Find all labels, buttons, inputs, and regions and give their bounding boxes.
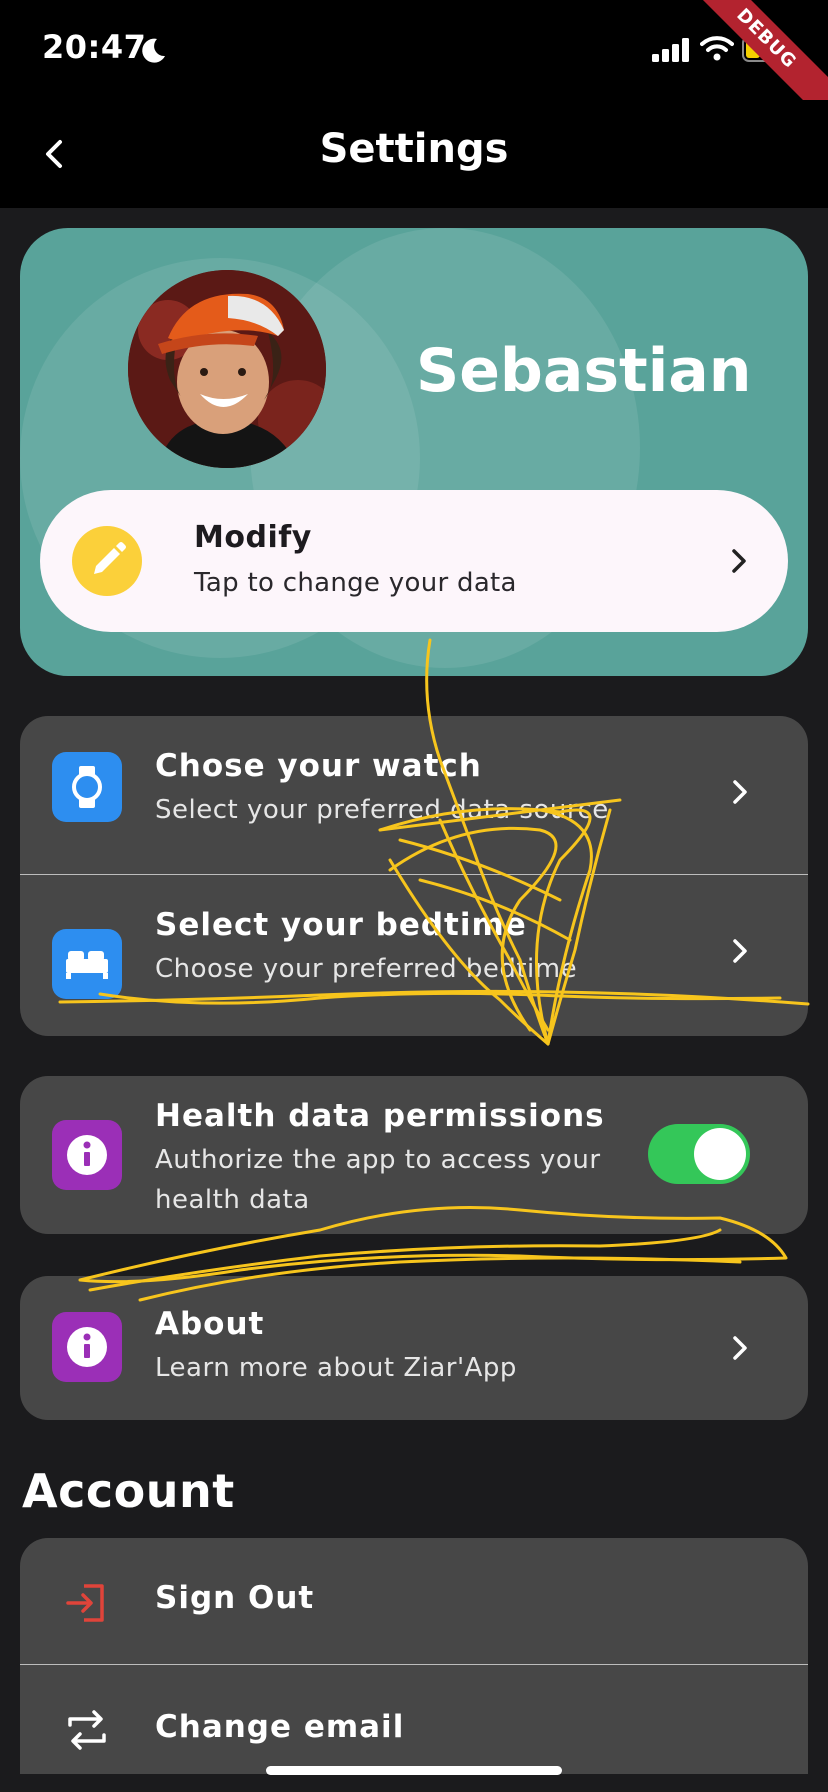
- about-title: About: [155, 1306, 265, 1342]
- watch-icon: [52, 752, 122, 822]
- modify-profile-button[interactable]: Modify Tap to change your data: [40, 490, 788, 632]
- swap-icon: [68, 1710, 106, 1750]
- profile-name: Sebastian: [416, 336, 752, 406]
- toggle-knob: [694, 1128, 746, 1180]
- health-permissions-subtitle: Authorize the app to access your health …: [155, 1145, 601, 1215]
- home-indicator[interactable]: [266, 1766, 562, 1775]
- select-bedtime-row[interactable]: Select your bedtime Choose your preferre…: [20, 875, 808, 1036]
- sign-out-label: Sign Out: [155, 1580, 315, 1616]
- chevron-right-icon: [733, 1336, 747, 1360]
- choose-watch-title: Chose your watch: [155, 748, 482, 784]
- chevron-right-icon: [733, 939, 747, 963]
- health-permissions-card: Health data permissions Authorize the ap…: [20, 1076, 808, 1234]
- cellular-signal-icon: [652, 38, 689, 62]
- choose-watch-row[interactable]: Chose your watch Select your preferred d…: [20, 716, 808, 874]
- page-title: Settings: [319, 126, 509, 172]
- bed-icon: [52, 929, 122, 999]
- pencil-icon: [72, 526, 142, 596]
- avatar[interactable]: [128, 270, 326, 468]
- device-settings-card: Chose your watch Select your preferred d…: [20, 716, 808, 1036]
- select-bedtime-title: Select your bedtime: [155, 907, 527, 943]
- choose-watch-subtitle: Select your preferred data source: [155, 795, 609, 825]
- profile-card: Sebastian Modify Tap to change your data: [20, 228, 808, 676]
- wifi-icon: [700, 36, 734, 61]
- modify-title: Modify: [194, 520, 312, 555]
- sign-out-row[interactable]: Sign Out: [20, 1538, 808, 1664]
- avatar-image: [128, 270, 326, 468]
- status-bar: 20:47 DEBUG: [0, 0, 828, 122]
- select-bedtime-subtitle: Choose your preferred bedtime: [155, 954, 578, 984]
- change-email-label: Change email: [155, 1709, 405, 1745]
- status-time: 20:47: [42, 28, 147, 66]
- moon-icon: [142, 38, 165, 63]
- change-email-row[interactable]: Change email: [20, 1665, 808, 1774]
- info-icon: [52, 1120, 122, 1190]
- health-permissions-title: Health data permissions: [155, 1098, 605, 1134]
- account-card: Sign Out Change email: [20, 1538, 808, 1774]
- chevron-right-icon: [732, 549, 746, 573]
- sign-out-icon: [66, 1584, 104, 1622]
- about-subtitle: Learn more about Ziar'App: [155, 1353, 517, 1383]
- app-bar: Settings: [0, 100, 828, 208]
- about-card[interactable]: About Learn more about Ziar'App: [20, 1276, 808, 1420]
- account-section-title: Account: [22, 1464, 235, 1518]
- chevron-right-icon: [733, 780, 747, 804]
- health-permissions-toggle[interactable]: [648, 1124, 750, 1184]
- modify-subtitle: Tap to change your data: [194, 568, 517, 598]
- info-icon: [52, 1312, 122, 1382]
